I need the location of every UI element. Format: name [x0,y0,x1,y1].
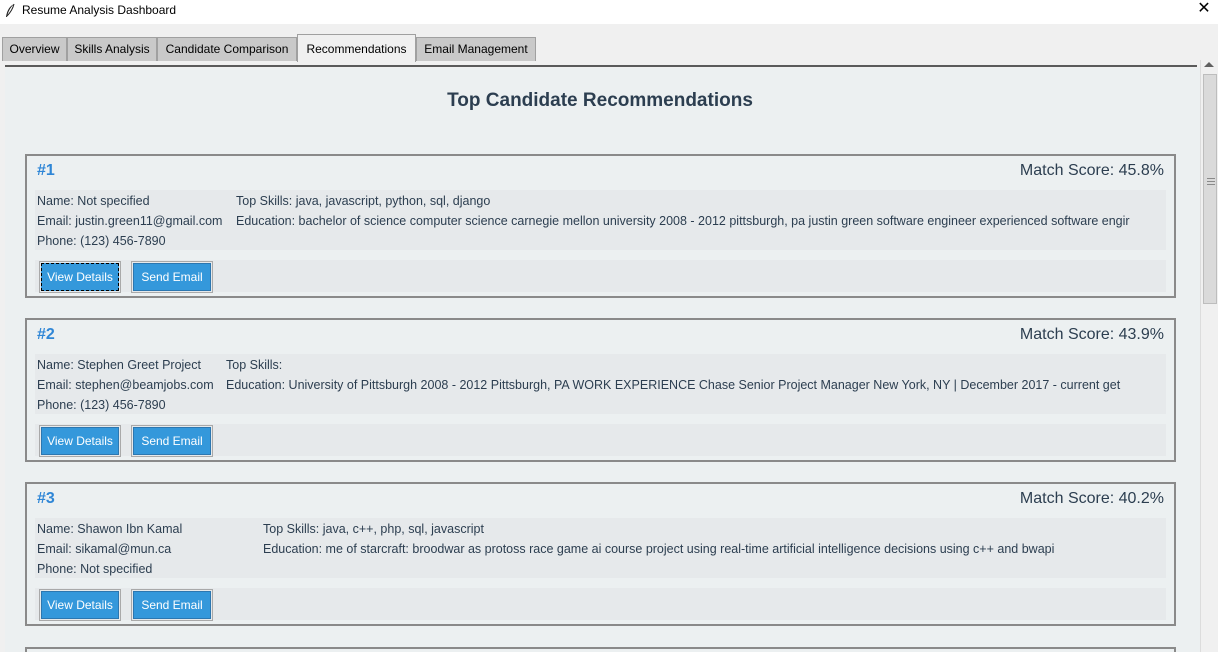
tab-divider [5,65,1197,67]
tab-overview[interactable]: Overview [2,37,67,61]
candidate-rank: #3 [37,490,55,507]
match-score: Match Score: 43.9% [1019,326,1164,343]
candidate-name: Name: Not specified [37,194,150,208]
candidate-card-partial [25,647,1176,652]
candidate-rank: #2 [37,326,55,343]
candidate-email: Email: stephen@beamjobs.com [37,378,214,392]
card-actions: View Details Send Email [35,424,1166,457]
close-icon[interactable]: ✕ [1194,0,1214,20]
vertical-scrollbar[interactable] [1200,60,1218,652]
card-actions: View Details Send Email [35,260,1166,293]
grip-line [1207,181,1215,182]
view-details-button[interactable]: View Details [39,261,121,293]
candidate-email: Email: sikamal@mun.ca [37,542,172,556]
candidate-email: Email: justin.green11@gmail.com [37,214,223,228]
grip-line [1207,184,1215,185]
candidate-card: #3 Match Score: 40.2% Name: Shawon Ibn K… [25,482,1176,626]
candidate-education: Education: bachelor of science computer … [236,214,1130,228]
card-actions: View Details Send Email [35,588,1166,621]
scrollbar-thumb[interactable] [1203,74,1217,304]
candidate-phone: Phone: Not specified [37,562,153,576]
tab-candidate-comparison[interactable]: Candidate Comparison [157,37,297,61]
recommendations-panel: Top Candidate Recommendations #1 Match S… [5,68,1200,652]
candidate-info: Name: Shawon Ibn Kamal Top Skills: java,… [35,518,1166,578]
send-email-button[interactable]: Send Email [131,589,213,621]
grip-line [1207,178,1215,179]
tab-bar: Overview Skills Analysis Candidate Compa… [0,24,1218,66]
candidate-rank: #1 [37,162,55,179]
tab-email-management[interactable]: Email Management [416,37,536,61]
candidate-top-skills: Top Skills: java, c++, php, sql, javascr… [263,522,484,536]
candidate-name: Name: Stephen Greet Project [37,358,201,372]
view-details-button[interactable]: View Details [39,589,121,621]
tab-skills-analysis[interactable]: Skills Analysis [67,37,157,61]
send-email-button[interactable]: Send Email [131,425,213,457]
candidate-phone: Phone: (123) 456-7890 [37,234,166,248]
candidate-phone: Phone: (123) 456-7890 [37,398,166,412]
candidate-card: #2 Match Score: 43.9% Name: Stephen Gree… [25,318,1176,462]
send-email-button[interactable]: Send Email [131,261,213,293]
candidate-name: Name: Shawon Ibn Kamal [37,522,183,536]
scroll-up-arrow-icon[interactable] [1204,62,1214,67]
match-score: Match Score: 45.8% [1019,162,1164,179]
feather-icon [6,3,15,17]
candidate-top-skills: Top Skills: java, javascript, python, sq… [236,194,491,208]
match-score: Match Score: 40.2% [1019,490,1164,507]
page-title: Top Candidate Recommendations [447,90,753,111]
candidate-info: Name: Not specified Top Skills: java, ja… [35,190,1166,250]
title-bar: Resume Analysis Dashboard ✕ [0,0,1218,24]
candidate-education: Education: University of Pittsburgh 2008… [226,378,1121,392]
window-title: Resume Analysis Dashboard [22,3,177,17]
candidate-info: Name: Stephen Greet Project Top Skills: … [35,354,1166,414]
candidate-education: Education: me of starcraft: broodwar as … [263,542,1055,556]
candidate-card: #1 Match Score: 45.8% Name: Not specifie… [25,154,1176,298]
tab-recommendations[interactable]: Recommendations [297,34,416,62]
view-details-button[interactable]: View Details [39,425,121,457]
candidate-top-skills: Top Skills: [226,358,283,372]
